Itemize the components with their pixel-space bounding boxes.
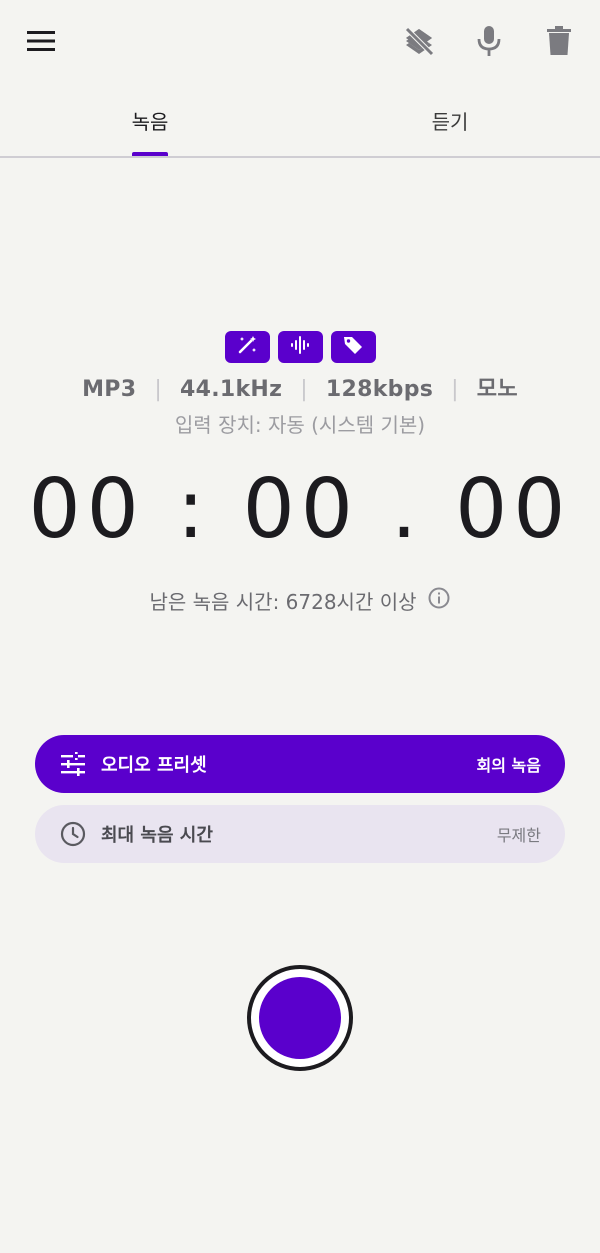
channels-label: 모노	[476, 377, 518, 402]
remaining-time-label: 남은 녹음 시간: 6728시간 이상	[149, 590, 417, 614]
separator: |	[300, 377, 308, 402]
tab-listen[interactable]: 듣기	[300, 84, 600, 156]
magic-wand-icon	[236, 334, 258, 360]
tag-chip[interactable]	[330, 331, 376, 363]
audio-preset-button[interactable]: 오디오 프리셋 회의 녹음	[35, 735, 565, 793]
audio-preset-value: 회의 녹음	[476, 756, 541, 775]
max-recording-time-label: 최대 녹음 시간	[101, 825, 213, 846]
record-button-inner	[259, 977, 341, 1059]
waveform-icon	[289, 334, 311, 360]
layers-off-icon[interactable]	[395, 17, 443, 65]
menu-icon[interactable]	[17, 17, 65, 65]
tab-divider	[0, 156, 600, 158]
sample-rate-label: 44.1kHz	[180, 377, 283, 402]
codec-label: MP3	[82, 377, 137, 402]
max-recording-time-button[interactable]: 최대 녹음 시간 무제한	[35, 805, 565, 863]
magic-wand-chip[interactable]	[224, 331, 270, 363]
audio-preset-label: 오디오 프리셋	[101, 755, 207, 776]
trash-icon[interactable]	[535, 17, 583, 65]
input-device-label: 입력 장치: 자동 (시스템 기본)	[174, 413, 426, 437]
top-app-bar	[0, 0, 600, 84]
microphone-icon[interactable]	[465, 17, 513, 65]
tune-icon	[59, 750, 87, 778]
clock-icon	[59, 820, 87, 848]
format-info: MP3 | 44.1kHz | 128kbps | 모노	[0, 371, 600, 403]
separator: |	[154, 377, 163, 402]
recording-timer: 00 : 00 . 00	[28, 462, 572, 557]
bitrate-label: 128kbps	[325, 377, 434, 402]
feature-chips	[0, 331, 600, 363]
remaining-time: 남은 녹음 시간: 6728시간 이상	[0, 586, 600, 615]
tag-icon	[342, 334, 364, 360]
tab-bar: 녹음 듣기	[0, 84, 600, 158]
max-recording-time-value: 무제한	[496, 826, 541, 845]
separator: |	[451, 377, 459, 402]
info-icon[interactable]	[427, 586, 451, 615]
waveform-chip[interactable]	[277, 331, 323, 363]
record-button[interactable]	[247, 965, 353, 1071]
tab-record[interactable]: 녹음	[0, 84, 300, 156]
